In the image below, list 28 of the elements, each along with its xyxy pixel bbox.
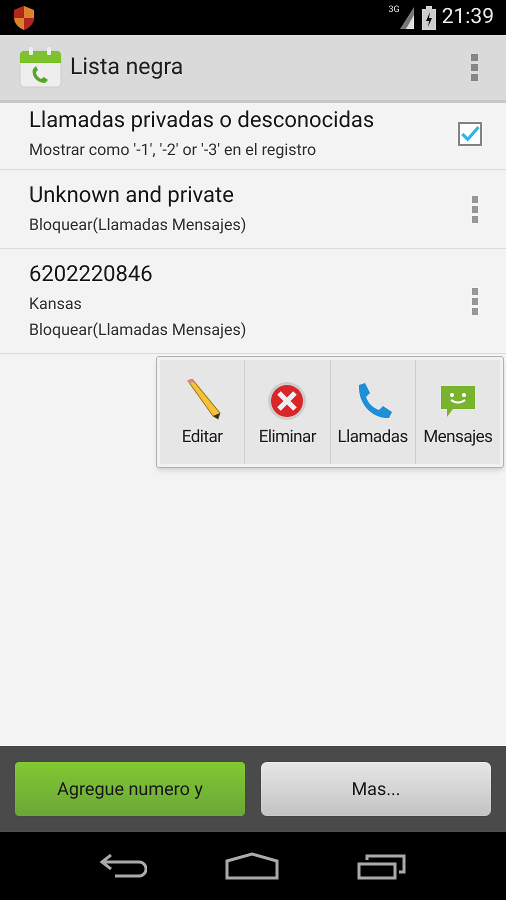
overflow-menu-icon[interactable] (472, 288, 478, 314)
signal-icon (400, 6, 414, 28)
delete-icon (267, 380, 308, 420)
row-subtitle: Mostrar como '-1', '-2' or '-3' en el registro (29, 139, 318, 161)
battery-icon (422, 6, 436, 30)
menu-item[interactable]: Eliminar (244, 360, 330, 464)
row-subtitle: Kansas (29, 293, 83, 315)
row-title: Unknown and private (29, 182, 235, 210)
row-title: 6202220846 (29, 261, 154, 289)
recent-apps-icon[interactable] (357, 852, 407, 880)
overflow-menu-icon[interactable] (471, 54, 478, 81)
network-type: 3G (388, 6, 400, 15)
menu-item[interactable]: Mensajes (414, 360, 500, 464)
home-icon[interactable] (225, 852, 279, 880)
more-button[interactable]: Mas... (261, 762, 491, 816)
row-subtitle: Bloquear(Llamadas Mensajes) (29, 214, 248, 236)
overflow-menu-icon[interactable] (472, 196, 478, 222)
calendar-phone-icon (19, 46, 62, 89)
add-number-button[interactable]: Agregue numero y (15, 762, 245, 816)
row-title: Llamadas privadas o desconocidas (29, 107, 376, 135)
checkbox[interactable] (458, 122, 482, 146)
row-subtitle: Bloquear(Llamadas Mensajes) (29, 319, 248, 341)
menu-item[interactable]: Llamadas (330, 360, 415, 464)
clock: 21:39 (442, 7, 494, 28)
shield-icon (12, 4, 36, 30)
back-icon[interactable] (99, 853, 147, 879)
menu-item[interactable]: Editar (160, 360, 244, 464)
app-title: Lista negra (70, 52, 184, 82)
